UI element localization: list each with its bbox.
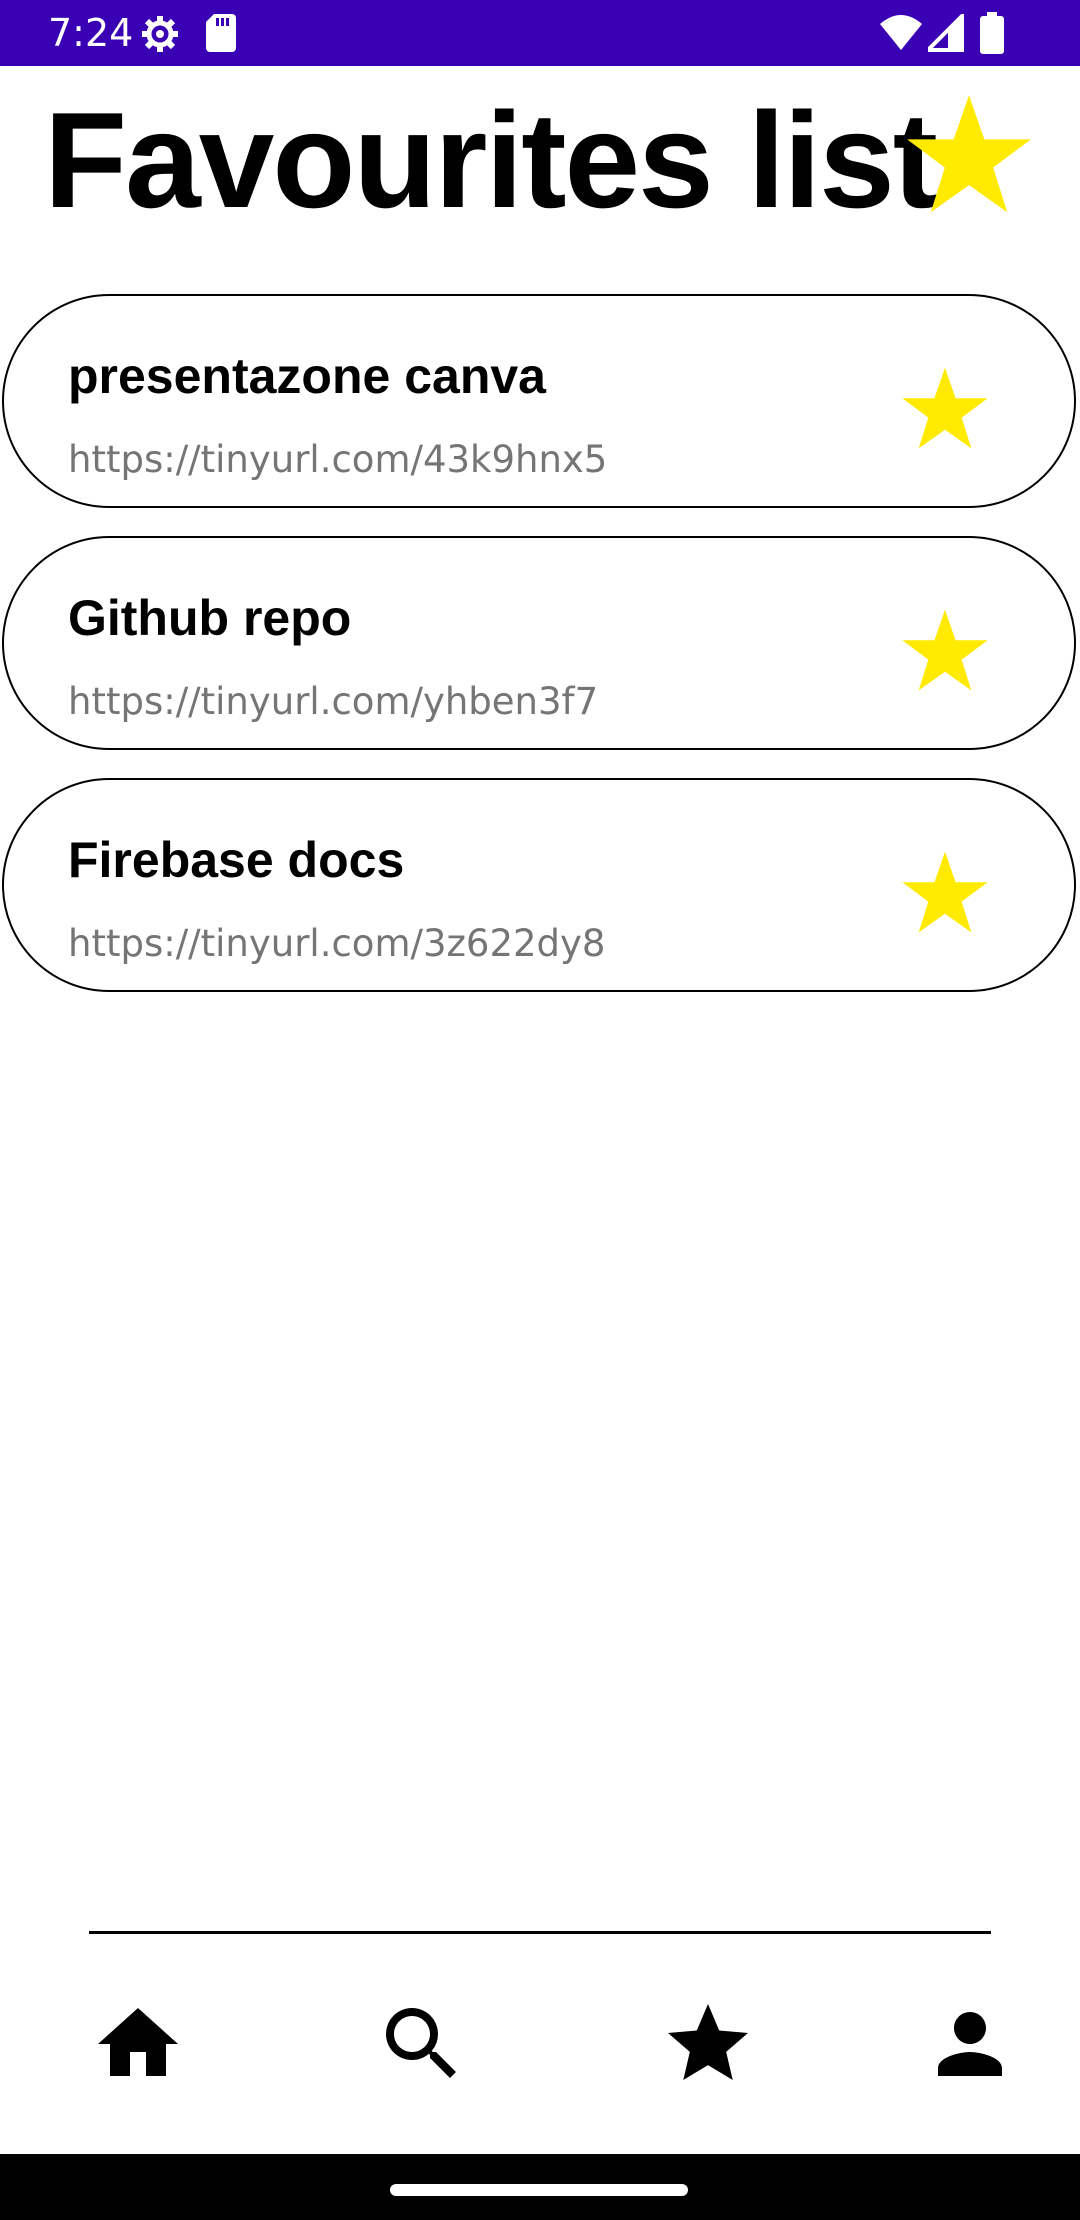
list-item[interactable]: Github repo https://tinyurl.com/yhben3f7 [2, 536, 1076, 750]
favourite-name: presentazone canva [68, 348, 546, 404]
settings-icon [140, 14, 180, 59]
star-icon[interactable] [900, 850, 990, 936]
bottom-nav-divider [89, 1931, 991, 1934]
home-gesture-handle[interactable] [390, 2184, 688, 2196]
list-item[interactable]: Firebase docs https://tinyurl.com/3z622d… [2, 778, 1076, 992]
star-icon[interactable] [900, 366, 990, 452]
home-icon[interactable] [90, 1996, 186, 2092]
list-item[interactable]: presentazone canva https://tinyurl.com/4… [2, 294, 1076, 508]
battery-icon [980, 12, 1004, 59]
search-icon[interactable] [374, 1996, 470, 2092]
favourite-url[interactable]: https://tinyurl.com/yhben3f7 [68, 680, 598, 724]
star-icon[interactable] [900, 608, 990, 694]
sd-card-icon [206, 14, 236, 57]
wifi-icon [880, 14, 922, 57]
favourite-url[interactable]: https://tinyurl.com/3z622dy8 [68, 922, 605, 966]
status-time: 7:24 [48, 11, 134, 55]
status-bar: 7:24 [0, 0, 1080, 66]
favourite-url[interactable]: https://tinyurl.com/43k9hnx5 [68, 438, 607, 482]
gesture-nav-bar [0, 2154, 1080, 2220]
favourite-name: Github repo [68, 590, 352, 646]
star-icon [904, 92, 1034, 218]
star-icon[interactable] [660, 1996, 756, 2092]
favourite-name: Firebase docs [68, 832, 405, 888]
page-title: Favourites list [44, 84, 938, 236]
cell-signal-icon [923, 9, 966, 57]
person-icon[interactable] [922, 1996, 1018, 2092]
